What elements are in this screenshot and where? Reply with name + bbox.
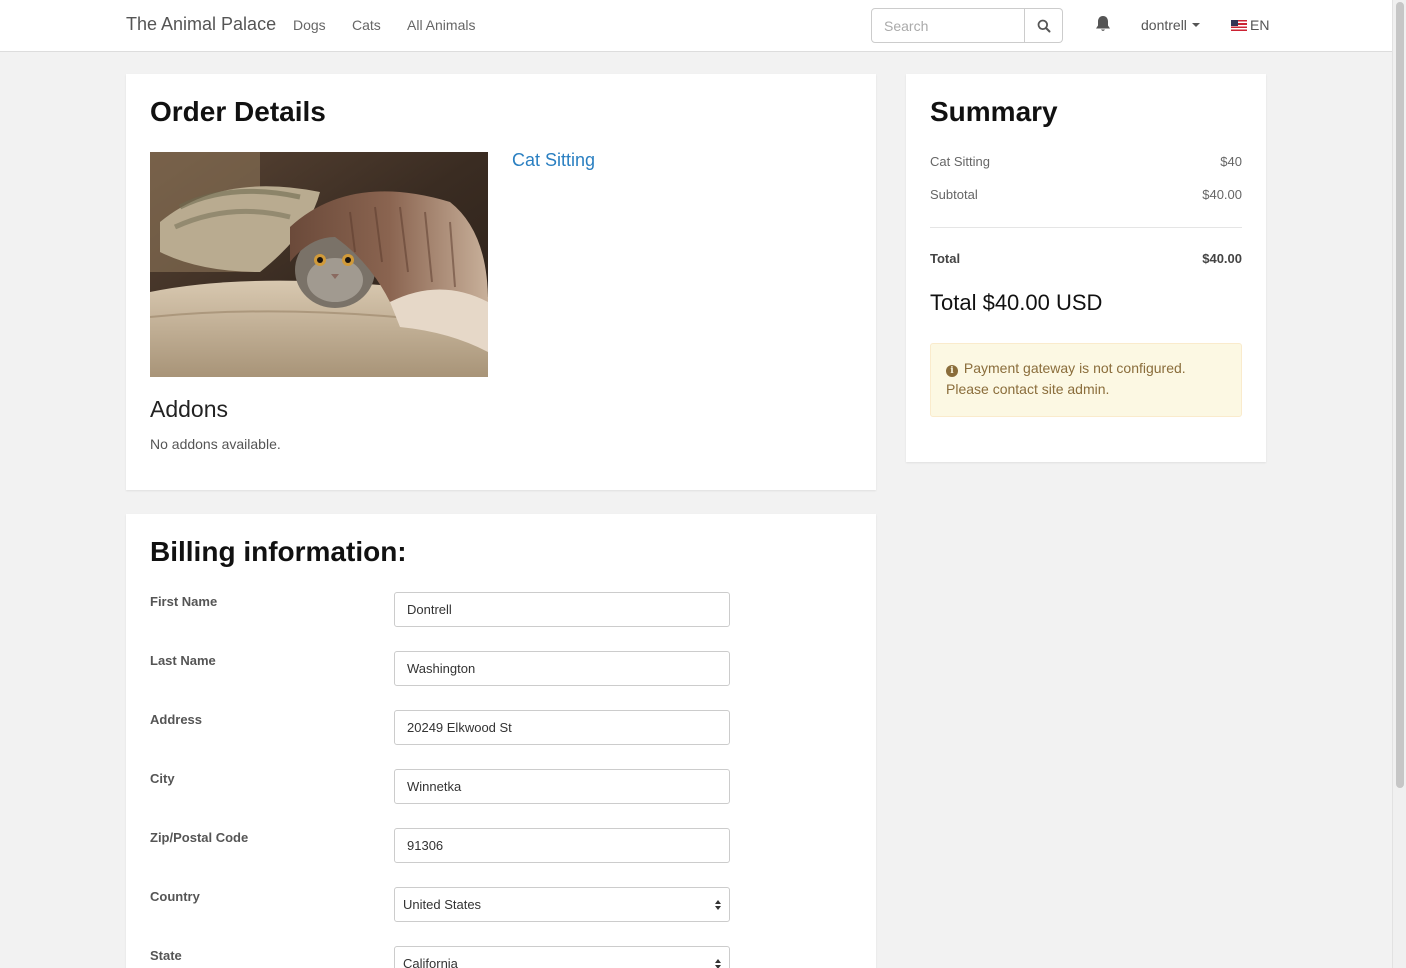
address-label: Address — [150, 712, 203, 727]
scrollbar-thumb[interactable] — [1396, 2, 1404, 788]
nav-link-all-animals[interactable]: All Animals — [407, 17, 475, 33]
search-input[interactable] — [871, 8, 1025, 43]
country-selected-value: United States — [403, 897, 482, 912]
total-value: $40.00 — [1202, 251, 1242, 266]
last-name-label: Last Name — [150, 653, 216, 668]
nav-link-dogs[interactable]: Dogs — [293, 17, 326, 33]
top-navbar: The Animal Palace Dogs Cats All Animals … — [0, 0, 1392, 52]
subtotal-label: Subtotal — [930, 187, 978, 202]
user-name: dontrell — [1141, 17, 1187, 33]
brand-logo[interactable]: The Animal Palace — [126, 14, 276, 35]
select-arrows-icon — [715, 899, 721, 910]
info-circle-icon: i — [946, 365, 958, 377]
zip-label: Zip/Postal Code — [150, 830, 249, 845]
billing-title: Billing information: — [150, 536, 407, 567]
language-code: EN — [1250, 17, 1270, 33]
state-selected-value: California — [403, 956, 458, 968]
total-label: Total — [930, 251, 961, 266]
addons-empty-text: No addons available. — [150, 436, 281, 452]
chevron-down-icon — [1191, 23, 1200, 27]
addons-heading: Addons — [150, 396, 229, 422]
summary-item-row: Cat Sitting $40 — [930, 154, 1242, 169]
country-select[interactable]: United States — [394, 887, 730, 922]
first-name-label: First Name — [150, 594, 218, 609]
user-menu[interactable]: dontrell — [1141, 17, 1200, 33]
summary-title: Summary — [930, 96, 1058, 127]
nav-link-cats[interactable]: Cats — [352, 17, 381, 33]
city-label: City — [150, 771, 175, 786]
state-select[interactable]: California — [394, 946, 730, 968]
order-details-title: Order Details — [150, 96, 326, 127]
summary-divider — [930, 227, 1242, 228]
product-name-link[interactable]: Cat Sitting — [512, 150, 595, 171]
country-label: Country — [150, 889, 200, 904]
payment-warning-alert: i Payment gateway is not configured. Ple… — [930, 343, 1242, 417]
product-image — [150, 152, 488, 377]
notification-bell-icon[interactable] — [1093, 14, 1113, 34]
summary-subtotal-row: Subtotal $40.00 — [930, 187, 1242, 202]
billing-panel: Billing information: First Name Last Nam… — [126, 514, 876, 968]
language-selector[interactable]: EN — [1231, 17, 1269, 33]
summary-total-row: Total $40.00 — [930, 251, 1242, 266]
first-name-field[interactable] — [394, 592, 730, 627]
last-name-field[interactable] — [394, 651, 730, 686]
payment-warning-text: Payment gateway is not configured. Pleas… — [946, 360, 1186, 397]
subtotal-value: $40.00 — [1202, 187, 1242, 202]
select-arrows-icon — [715, 958, 721, 968]
summary-item-label: Cat Sitting — [930, 154, 990, 169]
page-scrollbar[interactable] — [1392, 0, 1406, 968]
order-details-panel: Order Details Cat Sitting Addons No addo… — [126, 74, 876, 490]
city-field[interactable] — [394, 769, 730, 804]
search-icon — [1037, 19, 1050, 32]
us-flag-icon — [1231, 19, 1247, 31]
zip-field[interactable] — [394, 828, 730, 863]
state-label: State — [150, 948, 182, 963]
summary-panel: Summary Cat Sitting $40 Subtotal $40.00 … — [906, 74, 1266, 462]
address-field[interactable] — [394, 710, 730, 745]
total-amount-heading: Total $40.00 USD — [930, 290, 1103, 315]
search-button[interactable] — [1025, 8, 1063, 43]
summary-item-price: $40 — [1220, 154, 1242, 169]
search-form — [871, 8, 1063, 43]
